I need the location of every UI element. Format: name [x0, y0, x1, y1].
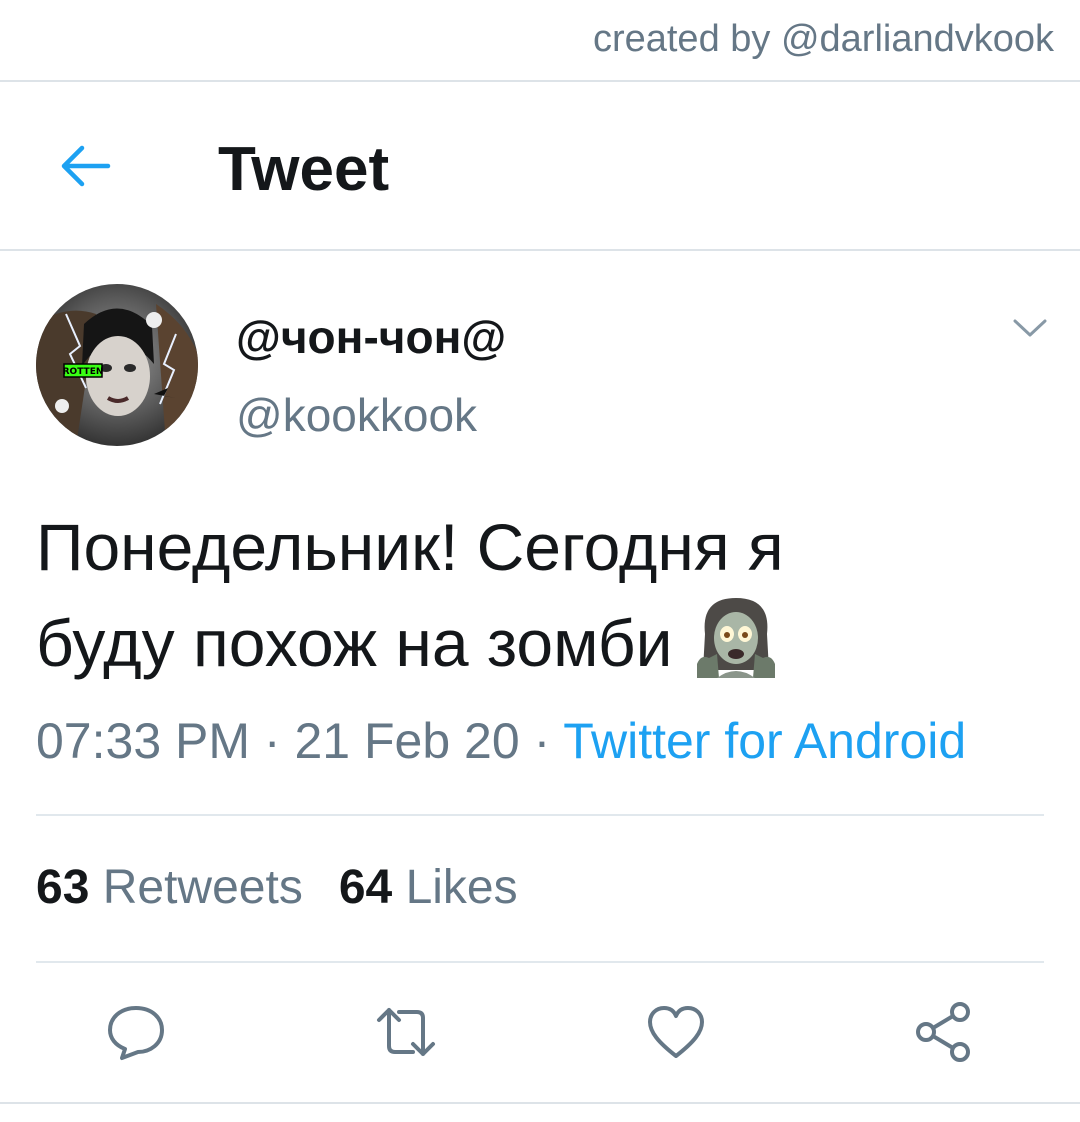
chevron-down-icon — [1013, 319, 1047, 337]
retweet-icon — [377, 1008, 435, 1056]
watermark-credit: created by @darliandvkook — [592, 18, 1054, 60]
likes-label: Likes — [405, 861, 518, 914]
divider — [36, 814, 1044, 816]
avatar[interactable]: ROTTEN — [36, 284, 198, 446]
zombie-emoji — [691, 594, 781, 680]
likes-count: 64 — [338, 861, 393, 914]
share-button[interactable] — [904, 992, 984, 1072]
arrow-left-icon — [61, 145, 111, 187]
tweet-date: 21 Feb 20 — [294, 713, 520, 769]
display-name[interactable]: @чон-чон@ — [236, 310, 506, 364]
tweet-source-link[interactable]: Twitter for Android — [563, 713, 966, 769]
tweet-time: 07:33 PM — [36, 713, 251, 769]
retweets-stat[interactable]: 63 Retweets — [36, 860, 303, 915]
tweet-text-segment: буду похож на зомби — [36, 606, 673, 680]
user-handle[interactable]: @kookkook — [236, 388, 477, 442]
reply-icon — [108, 1006, 164, 1060]
retweet-button[interactable] — [366, 992, 446, 1072]
like-button[interactable] — [636, 992, 716, 1072]
avatar-badge: ROTTEN — [63, 367, 104, 377]
tweet-stats: 63 Retweets 64 Likes — [36, 860, 518, 915]
tweet-text-line: буду похож на зомби — [36, 594, 1046, 690]
divider — [0, 80, 1080, 82]
back-button[interactable] — [50, 138, 120, 194]
share-icon — [916, 1002, 970, 1062]
page-title: Tweet — [218, 135, 390, 204]
divider — [36, 961, 1044, 963]
meta-separator: · — [263, 713, 281, 769]
divider — [0, 1102, 1080, 1104]
retweets-label: Retweets — [102, 861, 303, 914]
tweet-meta: 07:33 PM · 21 Feb 20 · Twitter for Andro… — [36, 712, 966, 770]
tweet-text: Понедельник! Сегодня я буду похож на зом… — [36, 500, 1046, 690]
likes-stat[interactable]: 64 Likes — [339, 860, 518, 915]
tweet-menu-button[interactable] — [1008, 306, 1052, 350]
meta-separator: · — [533, 713, 551, 769]
reply-button[interactable] — [96, 992, 176, 1072]
like-icon — [648, 1006, 704, 1058]
divider — [0, 249, 1080, 251]
tweet-text-line: Понедельник! Сегодня я — [36, 510, 784, 584]
retweets-count: 63 — [36, 861, 90, 914]
